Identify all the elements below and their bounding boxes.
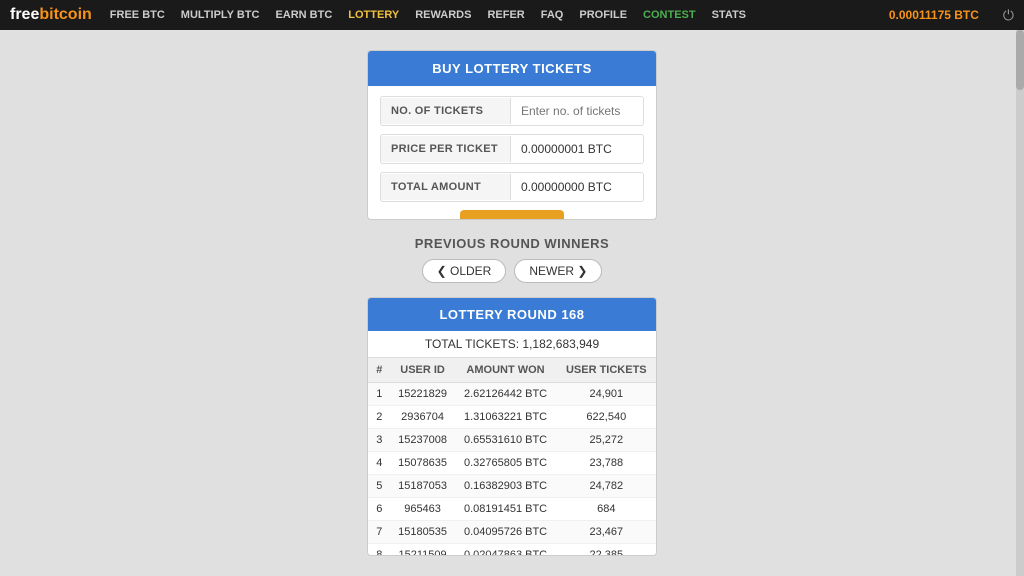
price-per-ticket-label: PRICE PER TICKET — [381, 136, 511, 162]
cell-user-tickets: 23,467 — [557, 520, 656, 543]
cell-rank: 5 — [368, 474, 391, 497]
cell-user-id: 965463 — [391, 497, 455, 520]
num-tickets-label: NO. OF TICKETS — [381, 98, 511, 124]
lottery-data-table: # USER ID AMOUNT WON USER TICKETS 1 1522… — [368, 358, 656, 556]
scrollbar-thumb[interactable] — [1016, 30, 1024, 90]
cell-user-tickets: 24,901 — [557, 382, 656, 405]
nav-earn-btc[interactable]: EARN BTC — [275, 9, 332, 21]
cell-amount-won: 0.08191451 BTC — [454, 497, 556, 520]
power-icon[interactable]: ⏻ — [1003, 7, 1014, 24]
cell-rank: 6 — [368, 497, 391, 520]
table-row: 1 15221829 2.62126442 BTC 24,901 — [368, 382, 656, 405]
nav-faq[interactable]: FAQ — [541, 9, 564, 21]
total-amount-value: 0.00000000 BTC — [511, 173, 643, 201]
cell-user-id: 15211509 — [391, 543, 455, 556]
col-user-id: USER ID — [391, 358, 455, 383]
cell-user-tickets: 23,788 — [557, 451, 656, 474]
cell-user-tickets: 24,782 — [557, 474, 656, 497]
lottery-round-header: LOTTERY ROUND 168 — [368, 298, 656, 331]
nav-links: FREE BTC MULTIPLY BTC EARN BTC LOTTERY R… — [110, 7, 1014, 24]
nav-free-btc[interactable]: FREE BTC — [110, 9, 165, 21]
table-row: 4 15078635 0.32765805 BTC 23,788 — [368, 451, 656, 474]
total-amount-label: TOTAL AMOUNT — [381, 174, 511, 200]
nav-stats[interactable]: STATS — [712, 9, 746, 21]
total-amount-row: TOTAL AMOUNT 0.00000000 BTC — [380, 172, 644, 202]
older-button[interactable]: ❮ OLDER — [422, 259, 507, 283]
col-user-tickets: USER TICKETS — [557, 358, 656, 383]
cell-user-tickets: 684 — [557, 497, 656, 520]
table-row: 5 15187053 0.16382903 BTC 24,782 — [368, 474, 656, 497]
cell-rank: 2 — [368, 405, 391, 428]
cell-amount-won: 0.02047863 BTC — [454, 543, 556, 556]
brand-bitcoin: bitcoin — [39, 6, 91, 23]
nav-contest[interactable]: CONTEST — [643, 9, 696, 21]
table-row: 8 15211509 0.02047863 BTC 22,385 — [368, 543, 656, 556]
col-amount-won: AMOUNT WON — [454, 358, 556, 383]
brand-free: free — [10, 6, 39, 23]
cell-amount-won: 1.31063221 BTC — [454, 405, 556, 428]
cell-rank: 4 — [368, 451, 391, 474]
cell-rank: 8 — [368, 543, 391, 556]
cell-rank: 7 — [368, 520, 391, 543]
cell-user-id: 15187053 — [391, 474, 455, 497]
cell-user-tickets: 25,272 — [557, 428, 656, 451]
table-row: 6 965463 0.08191451 BTC 684 — [368, 497, 656, 520]
cell-amount-won: 2.62126442 BTC — [454, 382, 556, 405]
cell-user-tickets: 22,385 — [557, 543, 656, 556]
buy-button[interactable]: BUY — [460, 210, 565, 220]
cell-rank: 3 — [368, 428, 391, 451]
table-row: 3 15237008 0.65531610 BTC 25,272 — [368, 428, 656, 451]
buy-lottery-header: BUY LOTTERY TICKETS — [368, 51, 656, 86]
cell-user-id: 2936704 — [391, 405, 455, 428]
cell-user-id: 15078635 — [391, 451, 455, 474]
cell-user-id: 15237008 — [391, 428, 455, 451]
nav-refer[interactable]: REFER — [487, 9, 524, 21]
buy-lottery-body: NO. OF TICKETS PRICE PER TICKET 0.000000… — [368, 86, 656, 220]
price-per-ticket-row: PRICE PER TICKET 0.00000001 BTC — [380, 134, 644, 164]
cell-amount-won: 0.32765805 BTC — [454, 451, 556, 474]
newer-button[interactable]: NEWER ❯ — [514, 259, 602, 283]
num-tickets-input[interactable] — [511, 97, 644, 125]
nav-multiply-btc[interactable]: MULTIPLY BTC — [181, 9, 260, 21]
nav-lottery[interactable]: LOTTERY — [348, 9, 399, 21]
total-tickets-subheader: TOTAL TICKETS: 1,182,683,949 — [368, 331, 656, 358]
navbar: freebitcoin FREE BTC MULTIPLY BTC EARN B… — [0, 0, 1024, 30]
nav-rewards[interactable]: REWARDS — [415, 9, 471, 21]
cell-amount-won: 0.04095726 BTC — [454, 520, 556, 543]
col-rank: # — [368, 358, 391, 383]
table-header-row: # USER ID AMOUNT WON USER TICKETS — [368, 358, 656, 383]
previous-round-title: PREVIOUS ROUND WINNERS — [415, 236, 609, 251]
cell-user-id: 15221829 — [391, 382, 455, 405]
table-row: 2 2936704 1.31063221 BTC 622,540 — [368, 405, 656, 428]
scrollbar[interactable] — [1016, 30, 1024, 576]
num-tickets-row: NO. OF TICKETS — [380, 96, 644, 126]
lottery-table-card: LOTTERY ROUND 168 TOTAL TICKETS: 1,182,6… — [367, 297, 657, 556]
brand-logo: freebitcoin — [10, 6, 92, 24]
table-row: 7 15180535 0.04095726 BTC 23,467 — [368, 520, 656, 543]
cell-amount-won: 0.65531610 BTC — [454, 428, 556, 451]
cell-amount-won: 0.16382903 BTC — [454, 474, 556, 497]
main-content: BUY LOTTERY TICKETS NO. OF TICKETS PRICE… — [0, 30, 1024, 576]
cell-rank: 1 — [368, 382, 391, 405]
buy-lottery-card: BUY LOTTERY TICKETS NO. OF TICKETS PRICE… — [367, 50, 657, 220]
nav-balance: 0.00011175 BTC — [889, 8, 979, 22]
price-per-ticket-value: 0.00000001 BTC — [511, 135, 643, 163]
pagination: ❮ OLDER NEWER ❯ — [422, 259, 603, 283]
cell-user-tickets: 622,540 — [557, 405, 656, 428]
nav-profile[interactable]: PROFILE — [579, 9, 627, 21]
cell-user-id: 15180535 — [391, 520, 455, 543]
